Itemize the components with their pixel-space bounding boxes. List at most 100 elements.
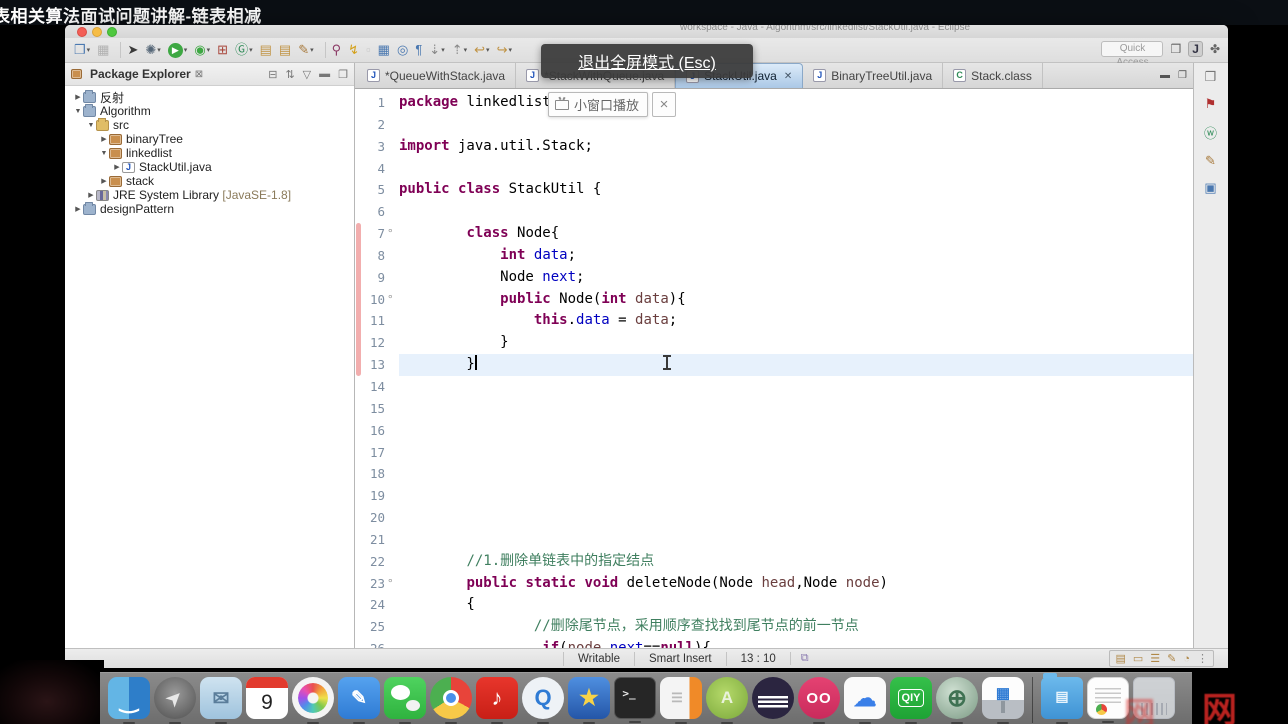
dropdown-arrow-icon[interactable]: ▾ [87,46,91,54]
dock-item-quicktime[interactable]: Q [522,677,564,719]
dock-item-netease-music[interactable]: ♪ [476,677,518,719]
code-line[interactable]: 25 //删除尾节点，采用顺序查找找到尾节点的前一节点 [355,616,1193,638]
explorer-toolbar-icon[interactable]: ❐ [338,68,348,81]
pilcrow-icon[interactable]: ¶ [414,40,423,60]
dock-item-star-shield[interactable]: ★ [568,677,610,719]
disabled-icon[interactable]: ▫ [365,40,372,60]
search-icon[interactable]: ⚲ [331,40,343,60]
dock-item-folder-documents[interactable]: ▤ [1041,677,1083,719]
restore-view-icon[interactable]: ❒ [1205,69,1217,85]
status-overflow-icon[interactable]: ⋮ [1197,652,1208,665]
status-tool-icon-0[interactable]: ▤ [1115,652,1125,665]
tree-collapsed-arrow-icon[interactable]: ▶ [99,135,109,143]
code-line[interactable]: 1package linkedlist; [355,92,1193,114]
tree-item-algorithm[interactable]: ▼Algorithm [65,104,354,118]
tree-item-[interactable]: ▶反射 [65,90,354,104]
coverage-icon[interactable]: ◉▾ [193,40,211,60]
code-line[interactable]: 18 [355,463,1193,485]
run-icon[interactable]: ▶▾ [167,40,189,60]
dock-item-oo-app[interactable]: OO [798,677,840,719]
status-tool-icon-4[interactable]: ◔ [1183,653,1190,665]
dock-item-photos[interactable] [292,677,334,719]
tree-item-jresystemlibrary[interactable]: ▶JRE System Library [JavaSE-1.8] [65,188,354,202]
code-line[interactable]: 8 int data; [355,245,1193,267]
close-window-button[interactable] [77,27,87,37]
code-line[interactable]: 7° class Node{ [355,223,1193,245]
code-line[interactable]: 12 } [355,332,1193,354]
table-icon[interactable]: ▦ [377,40,391,60]
tree-item-src[interactable]: ▼src [65,118,354,132]
dock-item-chrome[interactable] [430,677,472,719]
code-line[interactable]: 16 [355,420,1193,442]
tab-close-icon[interactable]: ✕ [784,71,792,82]
debug-config-icon[interactable]: ✺▾ [144,40,161,60]
code-line[interactable]: 15 [355,398,1193,420]
dock-item-calendar[interactable]: 9 [246,677,288,719]
pip-play-button[interactable]: 小窗口播放 [548,92,648,117]
new-java-icon[interactable]: ⊞ [216,40,229,60]
tree-expanded-arrow-icon[interactable]: ▼ [99,150,109,157]
wand-icon[interactable]: ✎▾ [297,40,314,60]
editor-tab-stackclass[interactable]: CStack.class [943,63,1043,88]
code-line[interactable]: 3import java.util.Stack; [355,136,1193,158]
dock-item-baidu-netdisk[interactable]: ☁ [844,677,886,719]
problems-icon[interactable]: ⚑ [1205,96,1217,112]
quick-access-input[interactable]: Quick Access [1101,41,1163,57]
minimize-window-button[interactable] [92,27,102,37]
back-icon[interactable]: ↩▾ [473,40,490,60]
save-icon[interactable]: ▦ [96,40,110,60]
tree-collapsed-arrow-icon[interactable]: ▶ [73,205,83,213]
code-line[interactable]: 19 [355,485,1193,507]
package-explorer-header[interactable]: Package Explorer ⊠ ⊟⇅▽▬❐ [65,63,354,86]
code-line[interactable]: 14 [355,376,1193,398]
code-line[interactable]: 24 { [355,594,1193,616]
declaration-icon[interactable]: ✎ [1205,153,1216,169]
zoom-window-button[interactable] [107,27,117,37]
status-tool-icon-2[interactable]: ☰ [1150,652,1160,665]
editor-tab-binarytreeutiljava[interactable]: JBinaryTreeUtil.java [803,63,943,88]
dock-item-downloads-file[interactable] [1087,677,1129,719]
open-perspective-icon[interactable]: ❒ [1170,42,1181,56]
dock-item-iqiyi[interactable]: QIY [890,677,932,719]
code-line[interactable]: 22 //1.删除单链表中的指定结点 [355,551,1193,573]
dock-item-launchpad[interactable]: ➤ [154,677,196,719]
tree-item-stackutiljava[interactable]: ▶JStackUtil.java [65,160,354,174]
code-line[interactable]: 23° public static void deleteNode(Node h… [355,573,1193,595]
code-line[interactable]: 11 this.data = data; [355,310,1193,332]
dock-item-eclipse[interactable] [752,677,794,719]
open-folder2-icon[interactable]: ▤ [278,40,292,60]
code-line[interactable]: 4 [355,158,1193,180]
tree-expanded-arrow-icon[interactable]: ▼ [73,108,83,115]
tree-collapsed-arrow-icon[interactable]: ▶ [112,163,122,171]
dock-item-terminal[interactable]: >_ [614,677,656,719]
code-line[interactable]: 26 if(node.next==null){ [355,638,1193,648]
explorer-toolbar-icon[interactable]: ⇅ [285,68,294,81]
tree-expanded-arrow-icon[interactable]: ▼ [86,122,96,129]
status-tool-icon-3[interactable]: ✎ [1167,652,1176,665]
java-perspective-button[interactable]: J [1188,41,1203,57]
explorer-toolbar-icon[interactable]: ⊟ [268,68,277,81]
tree-collapsed-arrow-icon[interactable]: ▶ [73,93,83,101]
gc-icon[interactable]: Ⓖ▾ [234,40,254,60]
window-titlebar[interactable]: workspace - Java - Algorithm/src/linkedl… [65,25,1228,38]
console-icon[interactable]: ▣ [1204,180,1216,196]
dropdown-arrow-icon[interactable]: ▾ [249,46,253,54]
maximize-editor-icon[interactable]: ❐ [1178,70,1187,81]
tree-collapsed-arrow-icon[interactable]: ▶ [86,191,96,199]
mark-occurrences-icon[interactable]: ↯ [347,40,360,60]
pip-close-button[interactable]: × [652,92,676,117]
code-line[interactable]: 20 [355,507,1193,529]
explorer-toolbar-icon[interactable]: ▽ [303,68,311,81]
dropdown-arrow-icon[interactable]: ▾ [310,46,314,54]
tree-item-linkedlist[interactable]: ▼linkedlist [65,146,354,160]
dock-item-notes[interactable]: ✎ [338,677,380,719]
editor-tab-queuewithstackjava[interactable]: J*QueueWithStack.java [357,63,516,88]
debug-perspective-icon[interactable]: ✤ [1210,42,1220,56]
status-tool-icon-1[interactable]: ▭ [1133,652,1143,665]
explorer-toolbar-icon[interactable]: ▬ [319,68,330,81]
dock-item-finder[interactable]: ‿ [108,677,150,719]
dock-item-android-studio[interactable]: A [706,677,748,719]
dropdown-arrow-icon[interactable]: ▾ [184,46,188,54]
view-close-icon[interactable]: ⊠ [195,69,203,80]
code-line[interactable]: 5public class StackUtil { [355,179,1193,201]
